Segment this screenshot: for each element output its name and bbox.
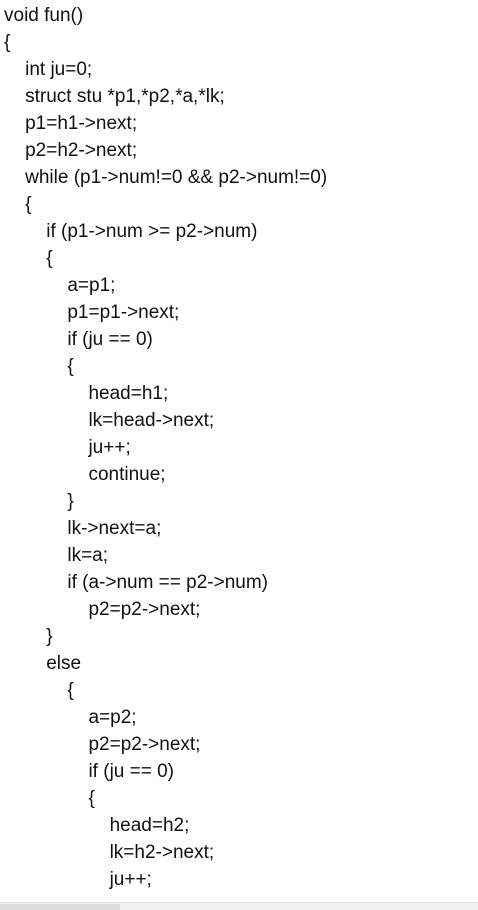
code-line: { [4,248,53,269]
code-line: if (a->num == p2->num) [4,572,268,593]
code-line: ju++; [4,869,152,890]
code-line: a=p2; [4,707,137,728]
horizontal-scrollbar[interactable] [0,902,478,910]
code-line: head=h2; [4,815,190,836]
code-line: lk->next=a; [4,518,162,539]
code-line: if (p1->num >= p2->num) [4,221,258,242]
code-area: void fun() { int ju=0; struct stu *p1,*p… [0,0,478,902]
code-line: { [4,32,11,53]
code-line: { [4,194,32,215]
code-line: ju++; [4,437,131,458]
code-line: struct stu *p1,*p2,*a,*lk; [4,86,225,107]
code-line: if (ju == 0) [4,761,174,782]
code-line: else [4,653,82,674]
code-line: } [4,491,74,512]
code-line: p2=h2->next; [4,140,138,161]
code-line: continue; [4,464,166,485]
scrollbar-thumb[interactable] [0,904,120,910]
code-line: { [4,680,74,701]
code-line: lk=head->next; [4,410,215,431]
code-line: lk=h2->next; [4,842,215,863]
code-line: { [4,788,95,809]
code-line: head=h1; [4,383,169,404]
code-line: { [4,356,74,377]
code-line: a=p1; [4,275,116,296]
code-line: lk=a; [4,545,109,566]
code-line: } [4,626,53,647]
code-line: p2=p2->next; [4,599,201,620]
code-line: void fun() [4,5,84,26]
code-line: int ju=0; [4,59,93,80]
code-line: p1=p1->next; [4,302,180,323]
code-line: if (ju == 0) [4,329,153,350]
code-line: p2=p2->next; [4,734,201,755]
code-line: while (p1->num!=0 && p2->num!=0) [4,167,328,188]
code-line: p1=h1->next; [4,113,138,134]
